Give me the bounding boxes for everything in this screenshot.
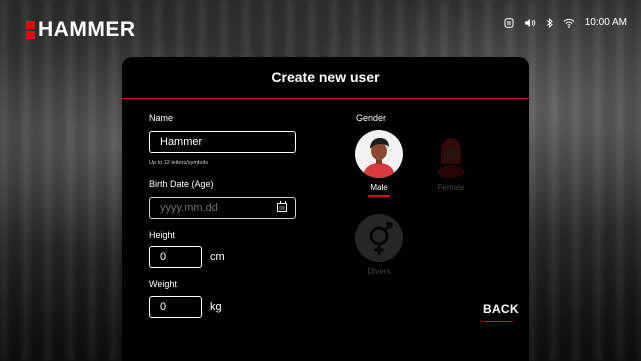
name-input[interactable]: Hammer	[149, 131, 296, 153]
birth-date-label: Birth Date (Age)	[149, 179, 214, 189]
back-underline	[483, 321, 513, 322]
clock-time: 10:00 AM	[584, 17, 627, 28]
divers-label: Divers	[367, 267, 391, 276]
male-label: Male	[370, 183, 388, 192]
height-input[interactable]: 0	[149, 246, 202, 268]
create-user-dialog: Create new user Name Hammer Up to 12 let…	[122, 57, 529, 361]
birth-date-placeholder: yyyy.mm.dd	[160, 202, 218, 214]
back-label: BACK	[483, 302, 519, 316]
name-label: Name	[149, 113, 174, 123]
birth-date-input[interactable]: yyyy.mm.dd	[149, 197, 296, 219]
dialog-title: Create new user	[271, 69, 380, 85]
male-selected-indicator	[368, 195, 390, 197]
back-button[interactable]: BACK	[483, 302, 519, 322]
height-unit: cm	[210, 251, 225, 263]
gender-option-divers[interactable]: Divers	[352, 214, 406, 276]
male-avatar-icon	[355, 130, 403, 178]
weight-label: Weight	[149, 279, 177, 289]
nfc-icon	[504, 17, 514, 28]
weight-input[interactable]: 0	[149, 296, 202, 318]
gender-label: Gender	[356, 113, 387, 123]
height-label: Height	[149, 230, 176, 240]
logo-text: HAMMER	[38, 18, 136, 41]
logo-mark-icon	[26, 21, 35, 39]
calendar-icon[interactable]	[277, 201, 287, 212]
female-avatar-icon	[427, 130, 475, 178]
hammer-logo: HAMMER	[26, 18, 136, 42]
weight-unit: kg	[210, 301, 222, 313]
gender-option-female[interactable]: Female	[424, 130, 478, 192]
female-label: Female	[437, 183, 465, 192]
name-hint: Up to 12 letters/symbols	[149, 160, 208, 166]
bluetooth-icon	[546, 17, 553, 28]
title-divider	[122, 98, 529, 99]
gender-option-male[interactable]: Male	[352, 130, 406, 197]
volume-icon	[524, 18, 536, 28]
status-bar: 10:00 AM	[504, 17, 627, 28]
wifi-icon	[563, 18, 575, 28]
divers-avatar-icon	[355, 214, 403, 262]
